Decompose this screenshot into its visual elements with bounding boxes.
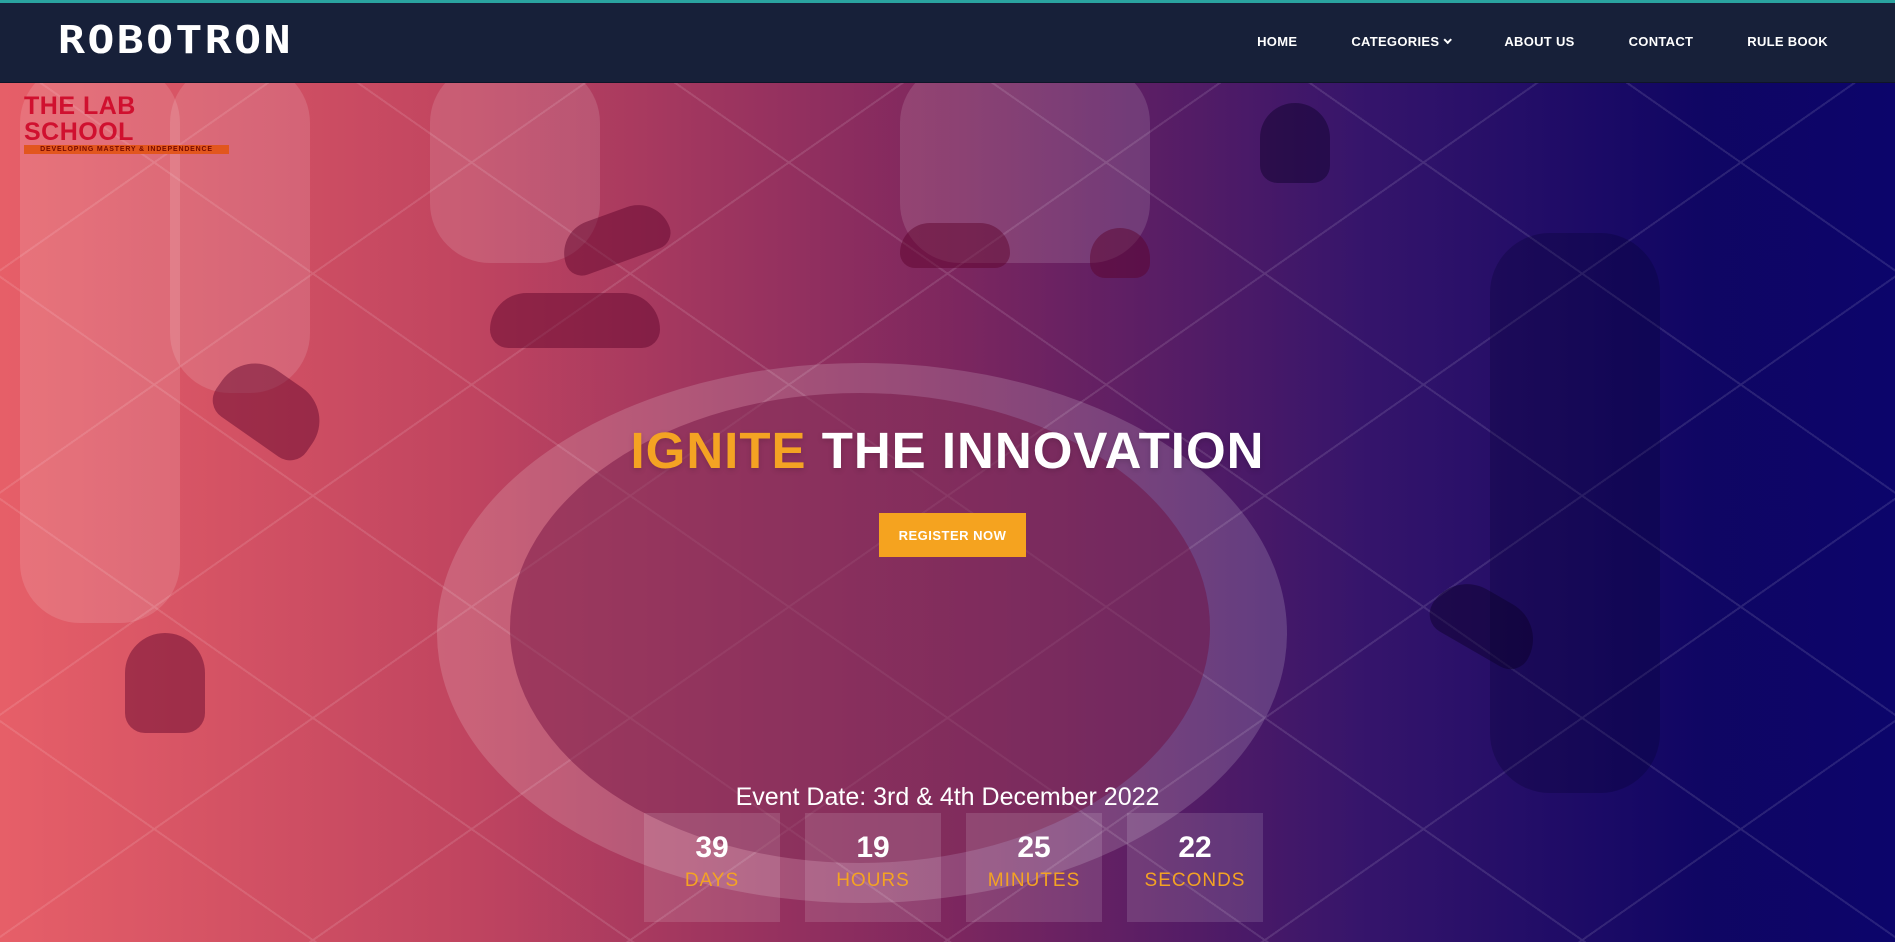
countdown-seconds: 22 SECONDS <box>1127 813 1263 922</box>
logo-tagline: DEVELOPING MASTERY & INDEPENDENCE <box>24 145 229 154</box>
countdown-value: 22 <box>1178 831 1212 864</box>
main-nav: HOME CATEGORIES ABOUT US CONTACT RULE BO… <box>1203 0 1895 83</box>
countdown-minutes: 25 MINUTES <box>966 813 1102 922</box>
chevron-down-icon <box>1443 35 1453 44</box>
nav-categories[interactable]: CATEGORIES <box>1351 34 1453 49</box>
navbar: ROBOTRON HOME CATEGORIES ABOUT US CONTAC… <box>0 0 1895 83</box>
countdown-value: 25 <box>1017 831 1051 864</box>
event-date: Event Date: 3rd & 4th December 2022 <box>735 783 1160 811</box>
countdown-hours: 19 HOURS <box>805 813 941 922</box>
countdown-value: 19 <box>856 831 890 864</box>
nav-about-us[interactable]: ABOUT US <box>1504 34 1574 49</box>
headline-rest: THE INNOVATION <box>821 422 1265 479</box>
nav-rule-book[interactable]: RULE BOOK <box>1747 34 1828 49</box>
headline-accent: IGNITE <box>630 422 807 479</box>
logo-name: THE LAB SCHOOL <box>24 92 136 146</box>
hero-headline: IGNITE THE INNOVATION <box>0 421 1895 480</box>
hero-section: THE LAB SCHOOL DEVELOPING MASTERY & INDE… <box>0 83 1895 942</box>
countdown-label: DAYS <box>684 870 740 891</box>
nav-categories-label: CATEGORIES <box>1351 34 1440 49</box>
top-accent-line <box>0 0 1895 3</box>
brand-logo[interactable]: ROBOTRON <box>58 20 293 60</box>
nav-home[interactable]: HOME <box>1257 34 1297 49</box>
countdown-timer: 39 DAYS 19 HOURS 25 MINUTES 22 SECONDS <box>644 813 1263 922</box>
countdown-days: 39 DAYS <box>644 813 780 922</box>
countdown-label: MINUTES <box>987 870 1081 891</box>
countdown-label: HOURS <box>836 870 910 891</box>
lab-school-logo: THE LAB SCHOOL DEVELOPING MASTERY & INDE… <box>24 93 234 154</box>
countdown-value: 39 <box>695 831 729 864</box>
nav-contact[interactable]: CONTACT <box>1629 34 1694 49</box>
register-now-button[interactable]: REGISTER NOW <box>879 513 1026 557</box>
countdown-label: SECONDS <box>1144 870 1246 891</box>
